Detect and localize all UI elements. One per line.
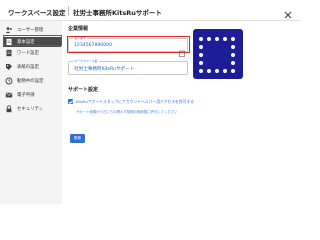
logo-dot bbox=[231, 61, 235, 65]
sidebar-item-label: ユーザー管理 bbox=[17, 28, 44, 33]
settings-sidebar: ユーザー管理 基本設定 ワード設定 表紙の設定 勤務中の設定 電子申請 セキュリ… bbox=[0, 21, 62, 204]
sidebar-item-label: 表紙の設定 bbox=[17, 65, 39, 70]
workspace-name: 社労士事務所KitsRuサポート bbox=[73, 9, 162, 17]
logo-dot bbox=[215, 69, 219, 73]
sidebar-item-word-settings[interactable]: ワード設定 bbox=[3, 48, 61, 58]
section-title-company: 企業情報 bbox=[68, 26, 89, 32]
field-label: ワークスペース名 bbox=[73, 59, 99, 63]
support-access-label: KitsRuサポートスタッフにアカウントヘルパー用アクセスを許可する bbox=[76, 99, 195, 104]
section-title-support: サポート設定 bbox=[68, 87, 99, 93]
highlight-box-field bbox=[67, 36, 190, 53]
lock-icon bbox=[5, 105, 13, 113]
sidebar-item-users[interactable]: ユーザー管理 bbox=[3, 25, 61, 35]
file-icon bbox=[5, 49, 13, 57]
clock-icon bbox=[5, 77, 13, 85]
tag-icon bbox=[5, 63, 13, 71]
sidebar-item-label: 電子申請 bbox=[17, 93, 35, 98]
main-content: 企業情報 法人番号 1234567890000 ワークスペース名 社労士事務所K… bbox=[62, 21, 300, 204]
sidebar-item-label: ワード設定 bbox=[17, 51, 39, 56]
sidebar-item-cover-settings[interactable]: 表紙の設定 bbox=[3, 62, 61, 72]
logo-dot bbox=[231, 53, 235, 57]
sidebar-item-e-application[interactable]: 電子申請 bbox=[3, 90, 61, 100]
logo-dot bbox=[223, 37, 227, 41]
logo-dot bbox=[199, 61, 203, 65]
sidebar-item-work-settings[interactable]: 勤務中の設定 bbox=[3, 76, 61, 86]
logo-dot bbox=[199, 45, 203, 49]
logo-dot bbox=[199, 69, 203, 73]
logo-dot bbox=[207, 69, 211, 73]
logo-dot bbox=[199, 37, 203, 41]
workspace-name-field[interactable]: ワークスペース名 社労士事務所KitsRuサポート bbox=[68, 59, 188, 75]
sidebar-item-security[interactable]: セキュリティ bbox=[3, 104, 61, 114]
logo-dot bbox=[231, 45, 235, 49]
dialog-title: ワークスペース設定 bbox=[8, 9, 66, 17]
users-icon bbox=[5, 26, 13, 34]
logo-dot bbox=[231, 69, 235, 73]
sidebar-item-label: セキュリティ bbox=[17, 107, 44, 112]
update-button[interactable]: 更新 bbox=[70, 134, 85, 143]
logo-dot bbox=[207, 37, 211, 41]
workspace-logo[interactable] bbox=[193, 29, 243, 79]
support-access-checkbox[interactable] bbox=[68, 99, 73, 104]
logo-dot bbox=[215, 37, 219, 41]
logo-dot bbox=[199, 53, 203, 57]
support-access-row: KitsRuサポートスタッフにアカウントヘルパー用アクセスを許可する bbox=[68, 99, 194, 105]
support-note: サポート依頼から日にちの問わず時間の無制限に許可してください bbox=[76, 110, 178, 114]
logo-dot bbox=[223, 69, 227, 73]
workspace-name-value: 社労士事務所KitsRuサポート bbox=[74, 67, 135, 72]
logo-dot bbox=[231, 37, 235, 41]
mail-icon bbox=[5, 91, 13, 99]
title-divider bbox=[68, 6, 69, 16]
workspace-settings-dialog: ワークスペース設定 社労士事務所KitsRuサポート ユーザー管理 基本設定 ワ… bbox=[0, 0, 300, 204]
close-icon[interactable] bbox=[283, 5, 293, 19]
highlight-box-sidebar bbox=[3, 35, 62, 46]
sidebar-item-label: 勤務中の設定 bbox=[17, 79, 44, 84]
